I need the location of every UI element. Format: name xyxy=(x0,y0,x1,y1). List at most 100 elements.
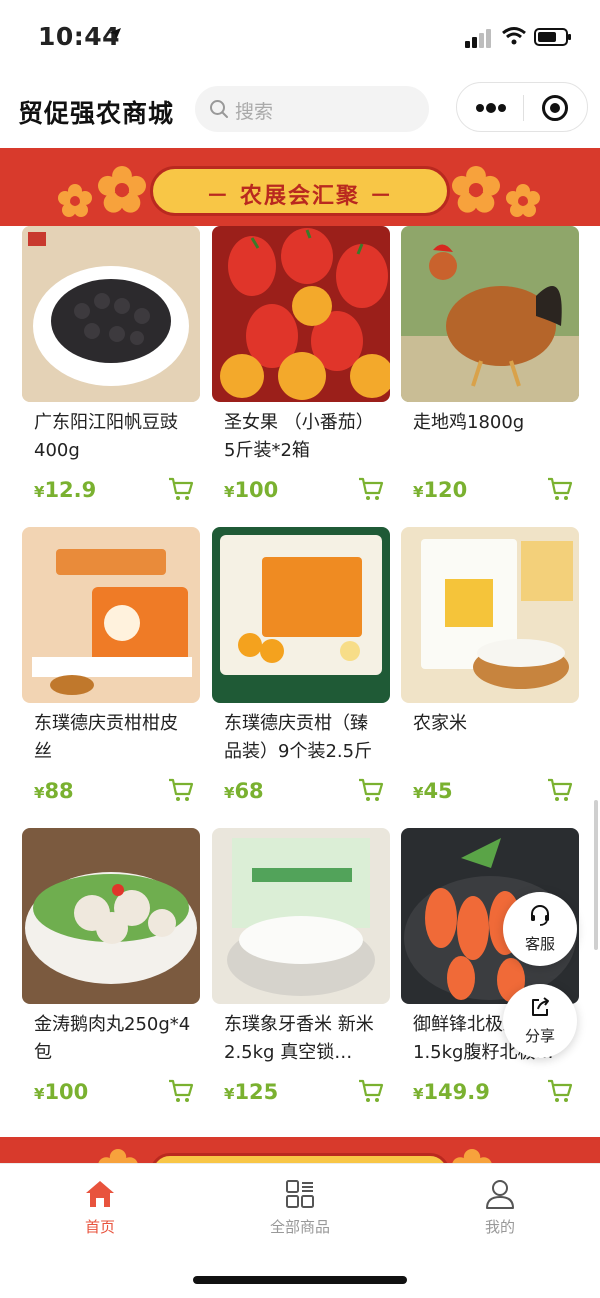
add-to-cart-icon[interactable] xyxy=(168,777,194,803)
scrollbar[interactable] xyxy=(594,800,598,950)
product-price: ¥100 xyxy=(224,478,278,502)
search-placeholder: 搜索 xyxy=(235,101,274,123)
product-image xyxy=(22,828,200,1004)
page-title: 贸促强农商城 xyxy=(18,99,175,128)
product-image xyxy=(22,527,200,703)
battery-icon xyxy=(534,28,571,46)
share-icon xyxy=(532,997,549,1016)
add-to-cart-icon[interactable] xyxy=(168,476,194,502)
product-name: 东璞象牙香米 新米2.5kg 真空锁… xyxy=(224,1014,374,1063)
currency-symbol: ¥ xyxy=(413,784,424,802)
currency-symbol: ¥ xyxy=(34,784,45,802)
user-icon xyxy=(486,1180,514,1209)
add-to-cart-icon[interactable] xyxy=(358,1078,384,1104)
product-card[interactable]: 金涛鹅肉丸250g*4包 ¥100 xyxy=(22,828,200,1118)
product-name: 东璞德庆贡柑（臻品装）9个装2.5斤 xyxy=(224,713,373,762)
product-price: ¥45 xyxy=(413,779,453,803)
add-to-cart-icon[interactable] xyxy=(547,777,573,803)
home-indicator xyxy=(193,1276,407,1284)
home-icon xyxy=(86,1181,114,1207)
tab-label: 我的 xyxy=(484,1218,515,1236)
product-card[interactable]: 农家米 ¥45 xyxy=(401,527,579,817)
product-image xyxy=(212,527,390,703)
price-value: 100 xyxy=(234,478,279,502)
share-button[interactable]: 分享 xyxy=(503,984,577,1058)
status-bar: 10:44 xyxy=(0,0,600,78)
flower-icon xyxy=(452,1149,492,1163)
product-name: 农家米 xyxy=(413,713,467,734)
tab-label: 全部商品 xyxy=(269,1218,330,1236)
add-to-cart-icon[interactable] xyxy=(547,476,573,502)
product-price: ¥149.9 xyxy=(413,1080,490,1104)
headset-icon xyxy=(531,905,549,926)
grid-icon xyxy=(286,1180,314,1208)
add-to-cart-icon[interactable] xyxy=(168,1078,194,1104)
currency-symbol: ¥ xyxy=(224,1085,235,1103)
price-value: 100 xyxy=(44,1080,89,1104)
product-card[interactable]: 东璞德庆贡柑柑皮丝 ¥88 xyxy=(22,527,200,817)
more-icon[interactable] xyxy=(475,99,507,117)
banner-plate xyxy=(150,1153,450,1163)
price-value: 12.9 xyxy=(44,478,97,502)
product-image xyxy=(212,226,390,402)
flower-icon xyxy=(58,184,92,217)
product-price: ¥120 xyxy=(413,478,467,502)
flower-icon xyxy=(452,166,500,213)
flower-icon xyxy=(98,166,146,213)
product-image xyxy=(401,527,579,703)
product-image xyxy=(401,226,579,402)
close-mini-program-icon[interactable] xyxy=(541,94,569,122)
search-input[interactable]: 搜索 xyxy=(195,86,429,132)
product-name: 东璞德庆贡柑柑皮丝 xyxy=(34,713,178,762)
promo-banner-secondary[interactable] xyxy=(0,1137,600,1163)
location-arrow-icon xyxy=(109,28,121,40)
product-name: 圣女果 （小番茄）5斤装*2箱 xyxy=(224,412,374,461)
add-to-cart-icon[interactable] xyxy=(358,476,384,502)
currency-symbol: ¥ xyxy=(224,483,235,501)
tab-label: 首页 xyxy=(84,1218,115,1236)
banner-plate: － 农展会汇聚 － xyxy=(150,166,450,216)
currency-symbol: ¥ xyxy=(34,483,45,501)
price-value: 45 xyxy=(423,779,453,803)
add-to-cart-icon[interactable] xyxy=(358,777,384,803)
tab-all-products[interactable]: 全部商品 xyxy=(240,1174,360,1244)
price-value: 68 xyxy=(234,779,264,803)
flower-icon xyxy=(98,1149,138,1163)
customer-service-label: 客服 xyxy=(524,935,555,953)
product-card[interactable]: 走地鸡1800g ¥120 xyxy=(401,226,579,516)
product-price: ¥68 xyxy=(224,779,264,803)
currency-symbol: ¥ xyxy=(413,1085,424,1103)
price-value: 149.9 xyxy=(423,1080,490,1104)
promo-banner[interactable]: － 农展会汇聚 － xyxy=(0,148,600,226)
product-image xyxy=(22,226,200,402)
share-label: 分享 xyxy=(524,1027,555,1045)
price-value: 125 xyxy=(234,1080,279,1104)
tab-profile[interactable]: 我的 xyxy=(440,1174,560,1244)
customer-service-button[interactable]: 客服 xyxy=(503,892,577,966)
product-price: ¥88 xyxy=(34,779,74,803)
capsule-divider xyxy=(523,95,524,121)
currency-symbol: ¥ xyxy=(413,483,424,501)
product-card[interactable]: 圣女果 （小番茄）5斤装*2箱 ¥100 xyxy=(212,226,390,516)
product-card[interactable]: 广东阳江阳帆豆豉400g ¥12.9 xyxy=(22,226,200,516)
currency-symbol: ¥ xyxy=(34,1085,45,1103)
price-value: 88 xyxy=(44,779,74,803)
tab-home[interactable]: 首页 xyxy=(40,1174,160,1244)
product-card[interactable]: 东璞德庆贡柑（臻品装）9个装2.5斤 ¥68 xyxy=(212,527,390,817)
product-name: 广东阳江阳帆豆豉400g xyxy=(34,412,178,461)
flower-icon xyxy=(506,184,540,217)
price-value: 120 xyxy=(423,478,468,502)
add-to-cart-icon[interactable] xyxy=(547,1078,573,1104)
header: 贸促强农商城 搜索 xyxy=(0,78,600,148)
product-price: ¥12.9 xyxy=(34,478,96,502)
search-icon xyxy=(210,100,228,118)
product-image xyxy=(212,828,390,1004)
product-name: 走地鸡1800g xyxy=(413,412,525,433)
wifi-icon xyxy=(502,27,526,45)
banner-title: － 农展会汇聚 － xyxy=(206,184,394,209)
product-price: ¥125 xyxy=(224,1080,278,1104)
product-card[interactable]: 东璞象牙香米 新米2.5kg 真空锁… ¥125 xyxy=(212,828,390,1118)
product-card[interactable]: 御鲜锋北极虾 1.5kg腹籽北极… ¥149.9 xyxy=(401,828,579,1118)
product-name: 金涛鹅肉丸250g*4包 xyxy=(34,1014,191,1063)
currency-symbol: ¥ xyxy=(224,784,235,802)
